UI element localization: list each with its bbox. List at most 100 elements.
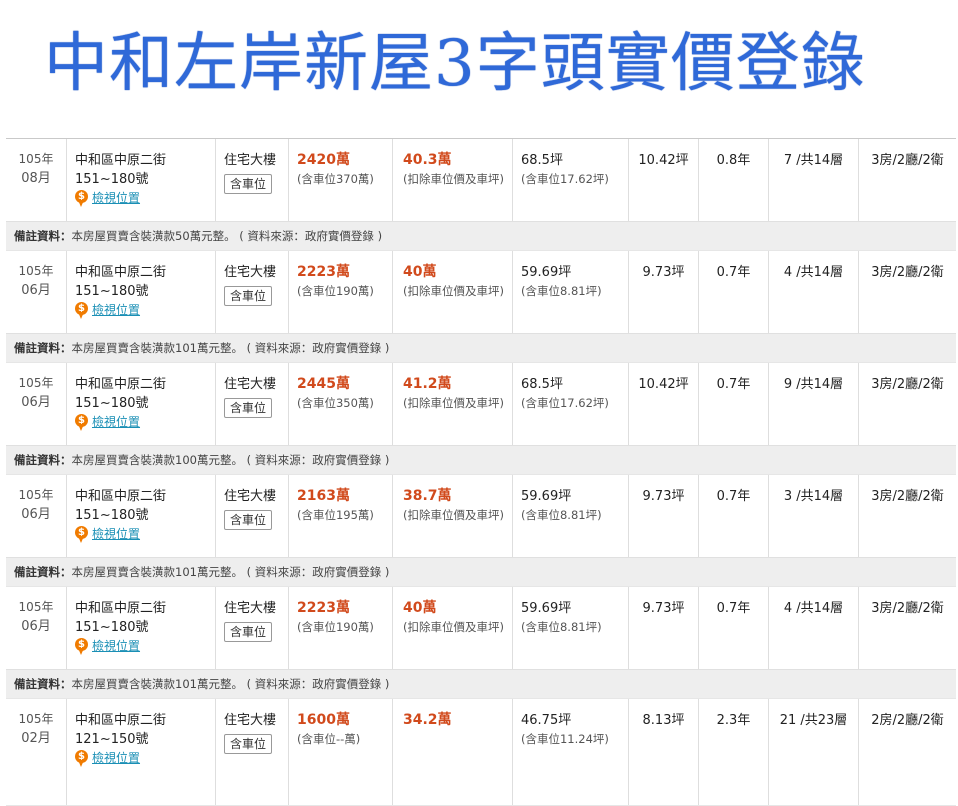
area-note: (含車位8.81坪) bbox=[521, 284, 602, 298]
transaction-month: 06月 bbox=[21, 283, 51, 298]
address-number: 151~180號 bbox=[75, 508, 149, 523]
area-cell: 59.69坪 (含車位8.81坪) bbox=[512, 475, 628, 557]
floor-info: 4 /共14層 bbox=[768, 587, 858, 669]
transaction-date: 105年 06月 bbox=[6, 363, 66, 445]
room-layout: 3房/2廳/2衛 bbox=[858, 139, 956, 221]
address-number: 151~180號 bbox=[75, 172, 149, 187]
transaction-date: 105年 06月 bbox=[6, 251, 66, 333]
address-number: 151~180號 bbox=[75, 620, 149, 635]
map-pin-icon[interactable]: $ bbox=[75, 190, 88, 207]
view-location-link[interactable]: 檢視位置 bbox=[92, 413, 140, 432]
map-pin-icon[interactable]: $ bbox=[75, 638, 88, 655]
floor-info: 21 /共23層 bbox=[768, 699, 858, 805]
listing-record: 105年 08月 中和區中原二街 151~180號 $ 檢視位置 住宅大樓 含車… bbox=[6, 139, 956, 251]
view-location[interactable]: $ 檢視位置 bbox=[75, 189, 215, 208]
unit-price-note: (扣除車位價及車坪) bbox=[403, 396, 504, 410]
total-price: 2223萬 bbox=[297, 264, 350, 280]
area-cell: 46.75坪 (含車位11.24坪) bbox=[512, 699, 628, 805]
address-number: 151~180號 bbox=[75, 396, 149, 411]
transaction-year: 105年 bbox=[18, 264, 54, 278]
page-title: 中和左岸新屋3字頭實價登錄 bbox=[44, 27, 866, 101]
remarks-label: 備註資料： bbox=[14, 341, 72, 355]
area-note: (含車位8.81坪) bbox=[521, 620, 602, 634]
transaction-year: 105年 bbox=[18, 376, 54, 390]
unit-price-cell: 40萬 (扣除車位價及車坪) bbox=[392, 251, 512, 333]
listing-table: 105年 08月 中和區中原二街 151~180號 $ 檢視位置 住宅大樓 含車… bbox=[6, 138, 956, 806]
remarks-bar: 備註資料：本房屋買賣含裝潢款101萬元整。 ( 資料來源：政府實價登錄 ) bbox=[6, 669, 956, 698]
parking-badge: 含車位 bbox=[224, 622, 273, 642]
address-street: 中和區中原二街 bbox=[75, 377, 167, 392]
view-location[interactable]: $ 檢視位置 bbox=[75, 301, 215, 320]
transaction-year: 105年 bbox=[18, 488, 54, 502]
listing-record: 105年 06月 中和區中原二街 151~180號 $ 檢視位置 住宅大樓 含車… bbox=[6, 251, 956, 363]
remarks-text: 本房屋買賣含裝潢款100萬元整。 ( 資料來源：政府實價登錄 ) bbox=[71, 453, 390, 467]
parking-badge: 含車位 bbox=[224, 734, 273, 754]
total-price-cell: 2445萬 (含車位350萬) bbox=[288, 363, 392, 445]
floor-info: 7 /共14層 bbox=[768, 139, 858, 221]
building-type: 住宅大樓 bbox=[224, 601, 277, 616]
address-cell: 中和區中原二街 151~180號 $ 檢視位置 bbox=[66, 363, 215, 445]
unit-price-note: (扣除車位價及車坪) bbox=[403, 172, 504, 186]
view-location[interactable]: $ 檢視位置 bbox=[75, 637, 215, 656]
transaction-month: 06月 bbox=[21, 507, 51, 522]
map-pin-icon[interactable]: $ bbox=[75, 526, 88, 543]
map-pin-icon[interactable]: $ bbox=[75, 302, 88, 319]
table-row: 105年 06月 中和區中原二街 151~180號 $ 檢視位置 住宅大樓 含車… bbox=[6, 587, 956, 669]
total-price-note: (含車位--萬) bbox=[297, 732, 361, 746]
table-row: 105年 06月 中和區中原二街 151~180號 $ 檢視位置 住宅大樓 含車… bbox=[6, 363, 956, 445]
view-location[interactable]: $ 檢視位置 bbox=[75, 749, 215, 768]
view-location-link[interactable]: 檢視位置 bbox=[92, 189, 140, 208]
view-location-link[interactable]: 檢視位置 bbox=[92, 525, 140, 544]
building-type: 住宅大樓 bbox=[224, 265, 277, 280]
room-layout: 3房/2廳/2衛 bbox=[858, 363, 956, 445]
view-location[interactable]: $ 檢視位置 bbox=[75, 413, 215, 432]
building-age: 0.8年 bbox=[698, 139, 768, 221]
total-area: 68.5坪 bbox=[521, 153, 563, 168]
transaction-date: 105年 06月 bbox=[6, 475, 66, 557]
unit-price: 41.2萬 bbox=[403, 376, 452, 392]
remarks-text: 本房屋買賣含裝潢款50萬元整。 ( 資料來源：政府實價登錄 ) bbox=[71, 229, 383, 243]
building-type: 住宅大樓 bbox=[224, 489, 277, 504]
transaction-date: 105年 02月 bbox=[6, 699, 66, 805]
remarks-label: 備註資料： bbox=[14, 565, 72, 579]
building-type: 住宅大樓 bbox=[224, 153, 277, 168]
transaction-year: 105年 bbox=[18, 600, 54, 614]
table-row: 105年 06月 中和區中原二街 151~180號 $ 檢視位置 住宅大樓 含車… bbox=[6, 251, 956, 333]
map-pin-icon[interactable]: $ bbox=[75, 750, 88, 767]
transaction-month: 06月 bbox=[21, 619, 51, 634]
main-area: 9.73坪 bbox=[628, 475, 698, 557]
remarks-text: 本房屋買賣含裝潢款101萬元整。 ( 資料來源：政府實價登錄 ) bbox=[71, 677, 390, 691]
address-cell: 中和區中原二街 151~180號 $ 檢視位置 bbox=[66, 251, 215, 333]
area-cell: 59.69坪 (含車位8.81坪) bbox=[512, 587, 628, 669]
building-age: 0.7年 bbox=[698, 587, 768, 669]
transaction-month: 06月 bbox=[21, 395, 51, 410]
address-street: 中和區中原二街 bbox=[75, 153, 167, 168]
remarks-bar: 備註資料：本房屋買賣含裝潢款100萬元整。 ( 資料來源：政府實價登錄 ) bbox=[6, 445, 956, 474]
view-location-link[interactable]: 檢視位置 bbox=[92, 749, 140, 768]
view-location-link[interactable]: 檢視位置 bbox=[92, 637, 140, 656]
view-location[interactable]: $ 檢視位置 bbox=[75, 525, 215, 544]
room-layout: 3房/2廳/2衛 bbox=[858, 475, 956, 557]
table-row: 105年 06月 中和區中原二街 151~180號 $ 檢視位置 住宅大樓 含車… bbox=[6, 475, 956, 557]
total-price-note: (含車位190萬) bbox=[297, 620, 374, 634]
parking-badge: 含車位 bbox=[224, 174, 273, 194]
transaction-year: 105年 bbox=[18, 152, 54, 166]
total-area: 68.5坪 bbox=[521, 377, 563, 392]
total-price-note: (含車位190萬) bbox=[297, 284, 374, 298]
table-row: 105年 08月 中和區中原二街 151~180號 $ 檢視位置 住宅大樓 含車… bbox=[6, 139, 956, 221]
map-pin-icon[interactable]: $ bbox=[75, 414, 88, 431]
transaction-date: 105年 08月 bbox=[6, 139, 66, 221]
area-cell: 68.5坪 (含車位17.62坪) bbox=[512, 139, 628, 221]
transaction-year: 105年 bbox=[18, 712, 54, 726]
address-street: 中和區中原二街 bbox=[75, 713, 167, 728]
total-price: 2163萬 bbox=[297, 488, 350, 504]
total-price-note: (含車位370萬) bbox=[297, 172, 374, 186]
total-price-cell: 2223萬 (含車位190萬) bbox=[288, 251, 392, 333]
remarks-bar: 備註資料：本房屋買賣含裝潢款101萬元整。 ( 資料來源：政府實價登錄 ) bbox=[6, 557, 956, 586]
transaction-month: 02月 bbox=[21, 731, 51, 746]
building-type-cell: 住宅大樓 含車位 bbox=[215, 363, 288, 445]
view-location-link[interactable]: 檢視位置 bbox=[92, 301, 140, 320]
building-age: 0.7年 bbox=[698, 251, 768, 333]
address-street: 中和區中原二街 bbox=[75, 601, 167, 616]
address-street: 中和區中原二街 bbox=[75, 265, 167, 280]
